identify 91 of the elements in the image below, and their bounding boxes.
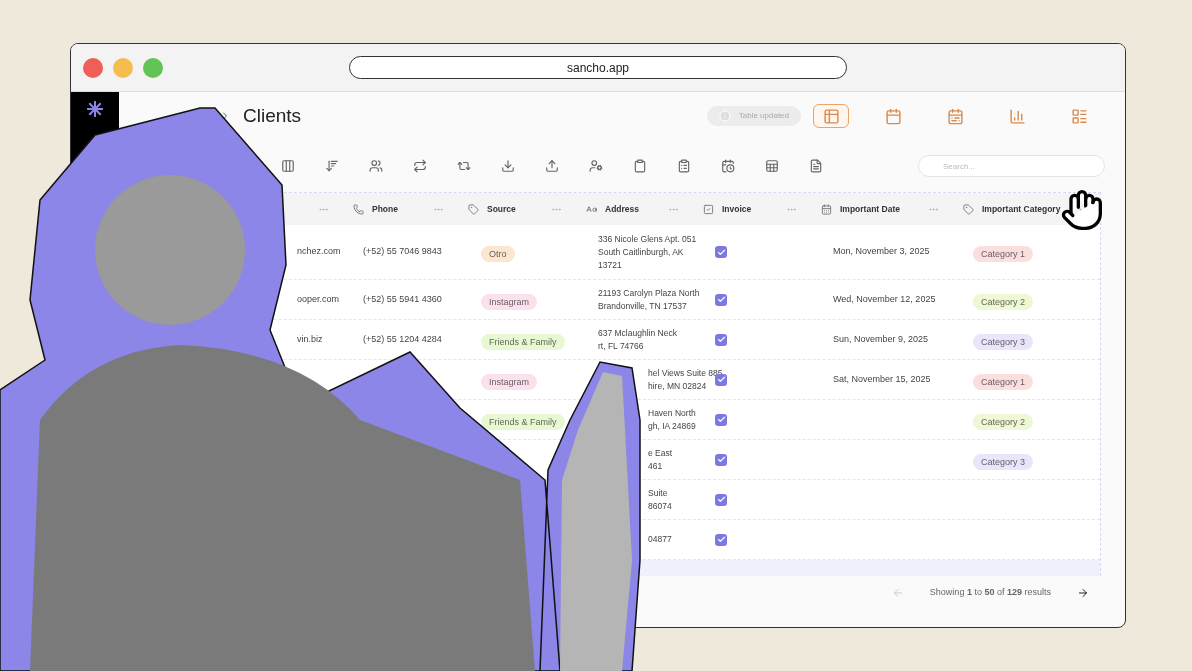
table-cell: 637 Mclaughlin Neck bbox=[598, 326, 677, 340]
check-icon bbox=[716, 247, 726, 257]
upload-icon[interactable] bbox=[545, 159, 559, 173]
column-header[interactable]: Phone bbox=[372, 203, 398, 215]
table-cell: Mon, November 3, 2025 bbox=[833, 246, 930, 257]
table-cell: Wed, November 12, 2025 bbox=[833, 293, 936, 304]
table-cell: Sun, November 9, 2025 bbox=[833, 333, 929, 344]
sheet-icon[interactable] bbox=[765, 159, 779, 173]
columns-icon[interactable] bbox=[281, 159, 295, 173]
repeat-icon[interactable] bbox=[413, 159, 427, 173]
date-column-icon bbox=[821, 203, 832, 215]
table-cell: hire, MN 02824 bbox=[648, 379, 707, 393]
check-icon bbox=[716, 335, 726, 344]
search-field[interactable]: Search... bbox=[918, 155, 1105, 177]
maximize-icon[interactable] bbox=[143, 57, 163, 78]
check-icon bbox=[716, 495, 726, 504]
tag-chip: Friends & Family bbox=[481, 333, 565, 350]
checkbox[interactable] bbox=[715, 533, 727, 546]
check-icon bbox=[716, 415, 726, 424]
column-header[interactable]: Important Date bbox=[840, 203, 900, 215]
tag-chip: Category 3 bbox=[973, 333, 1034, 350]
table-cell: (+52) 55 1204 4284 bbox=[363, 333, 442, 344]
tag-chip: Category 2 bbox=[973, 413, 1034, 430]
calendar-view-icon bbox=[884, 107, 902, 125]
table-cell: nchez.com bbox=[297, 246, 341, 257]
gantt-view-icon bbox=[1070, 107, 1088, 125]
table-cell: ooper.com bbox=[297, 293, 340, 304]
swap-icon[interactable] bbox=[457, 159, 471, 173]
users-icon[interactable] bbox=[369, 159, 383, 173]
info-icon bbox=[718, 110, 731, 122]
checkbox[interactable] bbox=[715, 246, 727, 258]
checkbox[interactable] bbox=[715, 413, 727, 426]
check-icon bbox=[716, 295, 726, 304]
address-bar[interactable]: sancho.app bbox=[349, 56, 847, 79]
calendar-clock-icon[interactable] bbox=[721, 159, 735, 173]
checkbox[interactable] bbox=[715, 493, 727, 506]
week-view-icon bbox=[946, 107, 964, 125]
table-cell: 86074 bbox=[648, 499, 672, 513]
table-cell: 336 Nicole Glens Apt. 051 bbox=[598, 232, 697, 246]
tag-chip: Category 1 bbox=[973, 246, 1034, 262]
column-header[interactable]: Invoice bbox=[722, 203, 752, 215]
table-cell: 461 bbox=[648, 459, 663, 473]
checkbox[interactable] bbox=[715, 453, 727, 466]
column-header[interactable]: Source bbox=[487, 203, 516, 215]
view-tab[interactable] bbox=[813, 104, 849, 128]
download-icon[interactable] bbox=[501, 159, 515, 173]
table-cell: Haven North bbox=[648, 406, 696, 420]
close-icon[interactable] bbox=[83, 57, 103, 78]
table-cell: 04877 bbox=[648, 533, 672, 546]
table-cell: e East bbox=[648, 446, 673, 460]
checkbox[interactable] bbox=[715, 293, 727, 306]
tag-column-icon bbox=[963, 203, 974, 215]
table-cell: (+52) 55 7046 9843 bbox=[363, 246, 442, 257]
text-column-icon bbox=[586, 203, 597, 215]
clipboard-icon[interactable] bbox=[633, 159, 647, 173]
table-cell: Suite bbox=[648, 486, 668, 500]
table-cell: Brandonville, TN 17537 bbox=[598, 299, 687, 313]
next-page-icon[interactable] bbox=[1077, 586, 1089, 599]
table-cell: Sat, November 15, 2025 bbox=[833, 373, 931, 384]
tag-chip: Otro bbox=[481, 246, 515, 262]
pagination-summary: Showing 1 to 50 of 129 results bbox=[929, 586, 1051, 599]
column-header[interactable]: Important Category bbox=[982, 203, 1061, 215]
table-cell: rt, FL 74766 bbox=[598, 339, 644, 353]
table-cell: South Caitlinburgh, AK bbox=[598, 245, 684, 259]
tag-column-icon bbox=[468, 203, 479, 215]
tag-chip: Instagram bbox=[481, 293, 538, 310]
check-icon bbox=[716, 375, 726, 384]
checkbox[interactable] bbox=[715, 333, 727, 346]
check-icon bbox=[716, 535, 726, 544]
tag-chip: Category 2 bbox=[973, 293, 1034, 310]
table-cell: (+52) 55 5941 4360 bbox=[363, 293, 442, 304]
table-cell: gh, IA 24869 bbox=[648, 419, 696, 433]
table-cell: 21193 Carolyn Plaza North bbox=[598, 286, 700, 300]
table-cell: vin.biz bbox=[297, 333, 323, 344]
tag-chip: Friends & Family bbox=[481, 413, 565, 430]
table-view-icon bbox=[822, 107, 840, 125]
column-header[interactable]: Address bbox=[605, 203, 639, 215]
sort-icon[interactable] bbox=[325, 159, 339, 173]
phone-column-icon bbox=[353, 203, 364, 215]
check-column-icon bbox=[703, 203, 714, 215]
logo-icon[interactable] bbox=[86, 100, 104, 118]
clipboard-list-icon[interactable] bbox=[677, 159, 691, 173]
check-icon bbox=[716, 455, 726, 464]
table-cell: 13721 bbox=[598, 258, 622, 272]
tag-chip: Instagram bbox=[481, 373, 538, 390]
page-title: Clients bbox=[243, 103, 302, 128]
tag-chip: Category 1 bbox=[973, 373, 1034, 390]
user-settings-icon[interactable] bbox=[589, 159, 603, 173]
tag-chip: Category 3 bbox=[973, 453, 1034, 470]
chart-view-icon bbox=[1008, 107, 1026, 125]
file-icon[interactable] bbox=[809, 159, 823, 173]
